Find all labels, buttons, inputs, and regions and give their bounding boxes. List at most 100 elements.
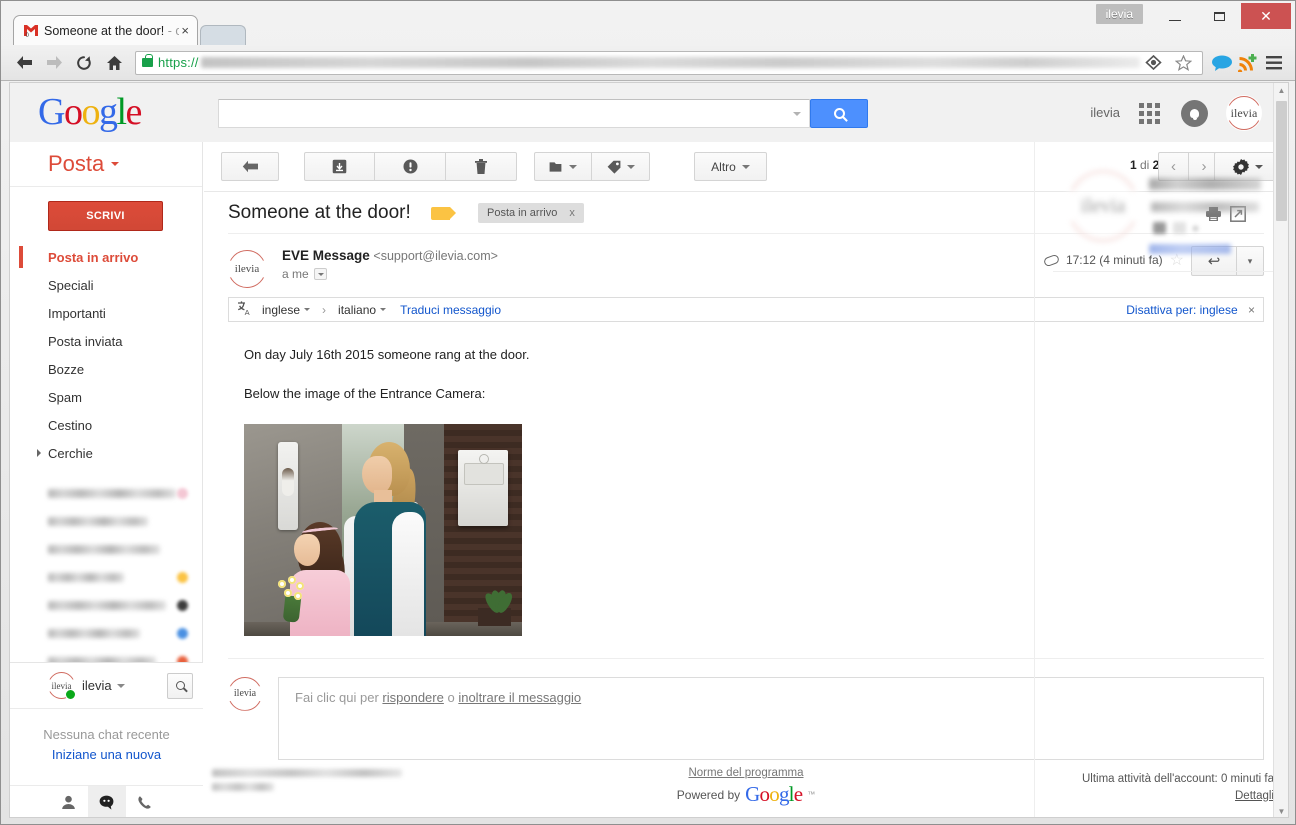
sidebar-item-spam[interactable]: Spam [10, 383, 202, 411]
chevron-down-icon[interactable] [116, 683, 125, 692]
compose-button[interactable]: SCRIVI [48, 201, 163, 231]
trademark-symbol: ™ [807, 790, 816, 799]
close-button[interactable]: ✕ [1241, 3, 1291, 29]
chevron-down-icon [111, 162, 120, 170]
sidebar-item-label: Posta inviata [48, 333, 123, 349]
chat-extension-icon[interactable] [1209, 49, 1235, 77]
search-options-caret-icon[interactable] [793, 112, 801, 120]
sidebar-item-circles[interactable]: Cerchie [10, 439, 202, 467]
translate-icon: A [237, 300, 253, 320]
rss-extension-icon[interactable] [1235, 49, 1261, 77]
chat-icon[interactable] [87, 786, 126, 817]
back-icon[interactable] [9, 49, 39, 77]
sidebar-item-label: Cerchie [48, 445, 93, 461]
search-button[interactable] [810, 99, 868, 128]
header-user-name[interactable]: ilevia [1090, 105, 1120, 120]
sender-avatar[interactable]: ilevia [228, 250, 266, 288]
apps-grid-icon[interactable] [1139, 103, 1160, 124]
vertical-scrollbar[interactable]: ▲ ▼ [1273, 83, 1288, 817]
sidebar-item-drafts[interactable]: Bozze [10, 355, 202, 383]
sidebar-item-redacted[interactable] [10, 563, 202, 591]
back-to-inbox-button[interactable] [221, 152, 279, 181]
sidebar-item-trash[interactable]: Cestino [10, 411, 202, 439]
forward-link[interactable]: inoltrare il messaggio [458, 690, 581, 705]
tab-close-icon[interactable]: × [179, 24, 191, 37]
address-bar[interactable]: https:// [135, 49, 1203, 77]
chat-panel: ilevia ilevia Nessuna chat recente Inizi… [10, 662, 203, 817]
sidebar-item-redacted[interactable] [10, 479, 202, 507]
reply-link[interactable]: rispondere [382, 690, 443, 705]
storage-usage-redacted [212, 769, 412, 797]
page-viewport: Google ilevia ilevia Posta SCRIVI Posta … [9, 82, 1289, 818]
minimize-button[interactable] [1153, 3, 1197, 29]
powered-by-row: Powered by Google ™ [596, 784, 896, 805]
forward-icon[interactable] [39, 49, 69, 77]
page-title: Someone at the door! [228, 202, 411, 223]
chevron-down-icon [380, 308, 387, 314]
label-chip-remove-icon[interactable]: x [569, 207, 575, 219]
window-controls: ✕ [1153, 3, 1291, 29]
sidebar-item-redacted[interactable] [10, 507, 202, 535]
scroll-down-icon[interactable]: ▼ [1274, 804, 1288, 817]
google-logo[interactable]: Google [38, 93, 142, 131]
notifications-bell-icon[interactable] [1181, 100, 1208, 127]
entrance-camera-photo[interactable] [244, 423, 522, 636]
phone-icon[interactable] [126, 786, 164, 817]
omnibox-actions [1140, 49, 1198, 77]
chrome-menu-icon[interactable] [1261, 49, 1287, 77]
reply-avatar-label: ilevia [228, 677, 262, 711]
sidebar-item-starred[interactable]: Speciali [10, 271, 202, 299]
scroll-up-icon[interactable]: ▲ [1274, 83, 1288, 98]
more-actions-label: Altro [711, 159, 736, 174]
search-input[interactable] [218, 99, 810, 128]
target-language-label: italiano [338, 302, 377, 317]
labels-button[interactable] [592, 152, 650, 181]
bookmark-star-icon[interactable] [1170, 49, 1196, 77]
scrollbar-thumb[interactable] [1276, 101, 1287, 221]
more-actions-button[interactable]: Altro [694, 152, 767, 181]
gmail-favicon-icon: 0 [23, 23, 39, 39]
sidebar-item-label: Bozze [48, 361, 85, 377]
sidebar-item-redacted[interactable] [10, 535, 202, 563]
browser-window: ilevia ✕ 0 Someone at the door! - o × ht… [0, 0, 1296, 825]
sidebar-item-inbox[interactable]: Posta in arrivo [10, 243, 202, 271]
move-to-button[interactable] [534, 152, 592, 181]
lastpass-icon[interactable] [1140, 49, 1166, 77]
window-user-chip[interactable]: ilevia [1095, 4, 1143, 24]
chevron-right-icon [37, 449, 45, 457]
chat-user-name: ilevia [82, 678, 112, 693]
maximize-button[interactable] [1197, 3, 1241, 29]
delete-button[interactable] [446, 152, 517, 181]
lock-icon [142, 54, 153, 67]
chat-status-row[interactable]: ilevia ilevia [10, 663, 203, 709]
sidebar-item-redacted[interactable] [10, 619, 202, 647]
program-policies-link[interactable]: Norme del programma [688, 767, 803, 779]
contact-card-redacted: ilevia [1053, 154, 1273, 272]
chat-search-button[interactable] [167, 672, 193, 699]
target-language-select[interactable]: italiano [338, 302, 387, 317]
sidebar-item-important[interactable]: Importanti [10, 299, 202, 327]
translate-message-link[interactable]: Traduci messaggio [400, 303, 501, 317]
contacts-icon[interactable] [50, 786, 88, 817]
reload-icon[interactable] [69, 49, 99, 77]
report-spam-button[interactable] [375, 152, 446, 181]
sidebar-custom-labels [10, 479, 202, 675]
status-badge[interactable]: Posta in arrivo x [478, 203, 584, 223]
mail-dropdown[interactable]: Posta [10, 142, 202, 187]
sidebar-item-redacted[interactable] [10, 591, 202, 619]
sidebar-item-sent[interactable]: Posta inviata [10, 327, 202, 355]
chat-avatar: ilevia [48, 672, 76, 700]
archive-button[interactable] [304, 152, 375, 181]
new-tab-button[interactable] [200, 25, 246, 45]
source-language-select[interactable]: inglese [262, 303, 311, 317]
chevron-down-icon [304, 308, 311, 314]
no-recent-chat-text: Nessuna chat recente [43, 727, 170, 742]
footer-center: Norme del programma Powered by Google ™ [596, 764, 896, 805]
avatar[interactable]: ilevia [1226, 95, 1262, 131]
recipient-details-caret-icon[interactable] [313, 268, 327, 280]
start-new-chat-link[interactable]: Iniziane una nuova [10, 747, 203, 762]
home-icon[interactable] [99, 49, 129, 77]
chevron-down-icon [569, 164, 577, 173]
browser-tab[interactable]: 0 Someone at the door! - o × [13, 15, 198, 45]
sidebar-item-label: Spam [48, 389, 82, 405]
